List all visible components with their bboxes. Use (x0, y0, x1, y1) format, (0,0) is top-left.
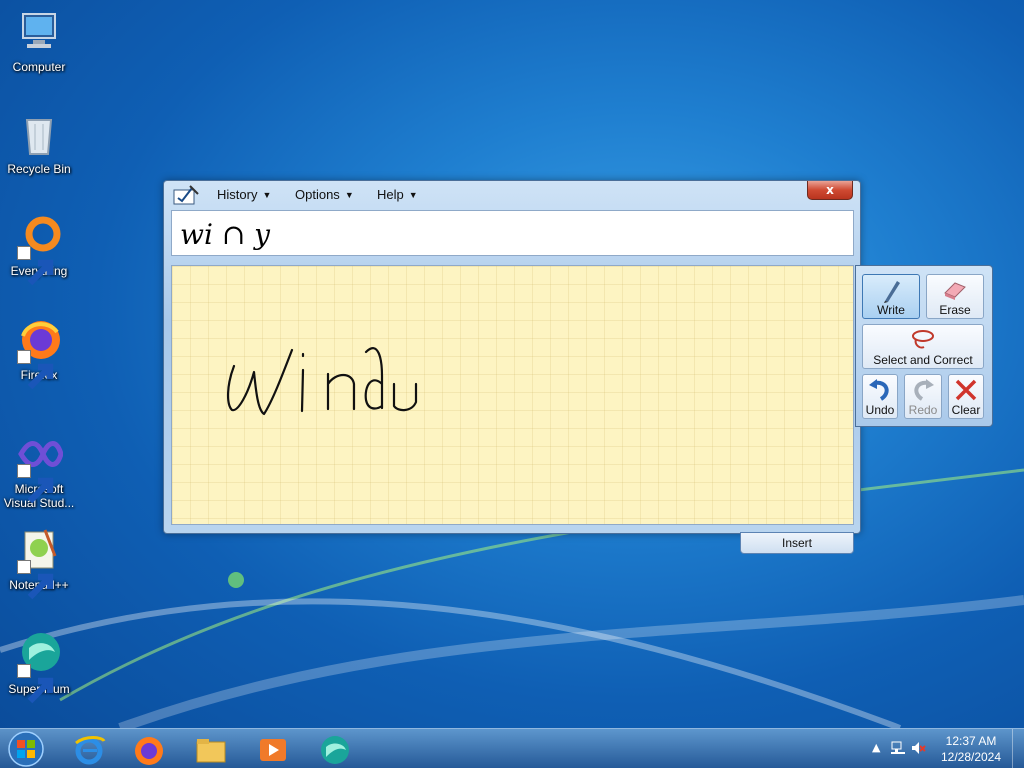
computer-icon (15, 8, 63, 56)
input-panel-icon[interactable] (172, 184, 200, 208)
taskbar-app-firefox[interactable] (124, 731, 176, 767)
volume-muted-icon[interactable] (910, 740, 926, 759)
write-label: Write (877, 303, 905, 317)
chevron-down-icon: ▼ (408, 190, 418, 200)
clear-button[interactable]: Clear (948, 374, 984, 419)
select-and-correct-button[interactable]: Select and Correct (862, 324, 984, 369)
eraser-icon (944, 282, 966, 300)
start-button[interactable] (4, 730, 48, 768)
supermium-icon (321, 736, 349, 764)
menu-help-label: Help (377, 187, 404, 202)
shortcut-arrow-icon (17, 560, 54, 600)
desktop-icon-label: Computer (12, 60, 66, 74)
show-hidden-icons-icon[interactable]: ▲ (872, 741, 880, 754)
system-tray: ▲ 12:37 AM 12/28/2024 (864, 729, 1024, 768)
writing-pad[interactable] (171, 265, 854, 525)
desktop-icon-firefox[interactable]: Firefox (0, 316, 78, 390)
redo-icon (914, 379, 934, 401)
shortcut-arrow-icon (17, 246, 54, 286)
folder-icon (196, 739, 226, 763)
desktop-icon-everything[interactable]: Everything (0, 212, 78, 286)
chevron-down-icon: ▼ (344, 190, 354, 200)
clock-time: 12:37 AM (945, 734, 997, 748)
clock-date: 12/28/2024 (940, 750, 1002, 764)
menu-history-label: History (217, 187, 258, 202)
lasso-icon (912, 330, 934, 349)
clear-x-icon (955, 379, 977, 401)
menu-options[interactable]: Options ▼ (295, 187, 354, 202)
desktop-icon-computer[interactable]: Computer (0, 8, 78, 74)
write-button[interactable]: Write (862, 274, 920, 319)
shortcut-arrow-icon (17, 664, 54, 704)
notepad-plus-plus-icon (15, 526, 63, 600)
menu-options-label: Options (295, 187, 340, 202)
firefox-icon (15, 316, 63, 390)
erase-button[interactable]: Erase (926, 274, 984, 319)
menu-history[interactable]: History ▼ (217, 187, 271, 202)
windows-orb-icon (8, 731, 44, 767)
desktop-icon-supermium[interactable]: Supermium (0, 630, 78, 704)
insert-button[interactable]: Insert (740, 532, 854, 554)
select-and-correct-label: Select and Correct (873, 353, 973, 367)
taskbar-app-file-explorer[interactable] (186, 731, 238, 767)
chevron-down-icon: ▼ (262, 190, 272, 200)
undo-icon (869, 379, 889, 401)
ink-strokes (227, 347, 418, 416)
desktop-icon-recycle-bin[interactable]: Recycle Bin (0, 110, 78, 176)
shortcut-arrow-icon (17, 464, 54, 504)
taskbar-app-internet-explorer[interactable] (64, 731, 116, 767)
clock[interactable]: 12:37 AM 12/28/2024 (936, 733, 1006, 765)
redo-button[interactable]: Redo (904, 374, 942, 419)
show-desktop-button[interactable] (1012, 729, 1024, 768)
firefox-icon (135, 737, 163, 765)
shortcut-arrow-icon (17, 350, 54, 390)
pen-icon (884, 281, 900, 303)
network-icon[interactable] (890, 740, 906, 759)
desktop-icon-notepad-plus-plus[interactable]: Notepad++ (0, 526, 78, 600)
close-button[interactable]: x (807, 181, 853, 200)
tool-panel: Write Erase Select and Correct Undo Redo… (855, 265, 993, 427)
media-player-icon (260, 739, 286, 761)
erase-label: Erase (939, 303, 971, 317)
taskbar-app-media-player[interactable] (248, 731, 300, 767)
everything-icon (15, 212, 63, 286)
taskbar-app-supermium[interactable] (310, 731, 362, 767)
redo-label: Redo (908, 403, 938, 417)
desktop-icon-visual-studio[interactable]: Microsoft Visual Stud... (0, 430, 78, 510)
title-bar: History ▼ Options ▼ Help ▼ x (164, 181, 860, 209)
close-icon: x (826, 183, 834, 197)
undo-button[interactable]: Undo (862, 374, 898, 419)
recognized-text: wi ∩ y (180, 218, 271, 251)
visual-studio-icon (15, 430, 64, 504)
taskbar: ▲ 12:37 AM 12/28/2024 (0, 728, 1024, 768)
tablet-input-panel: History ▼ Options ▼ Help ▼ x wi ∩ y (163, 180, 861, 534)
recycle-bin-icon (15, 110, 63, 158)
supermium-icon (15, 630, 63, 704)
recognition-preview[interactable]: wi ∩ y (171, 210, 854, 256)
internet-explorer-icon (75, 736, 106, 765)
desktop-icon-label: Recycle Bin (7, 162, 71, 176)
clear-label: Clear (951, 403, 981, 417)
insert-button-label: Insert (781, 536, 812, 550)
undo-label: Undo (865, 403, 895, 417)
menu-help[interactable]: Help ▼ (377, 187, 418, 202)
